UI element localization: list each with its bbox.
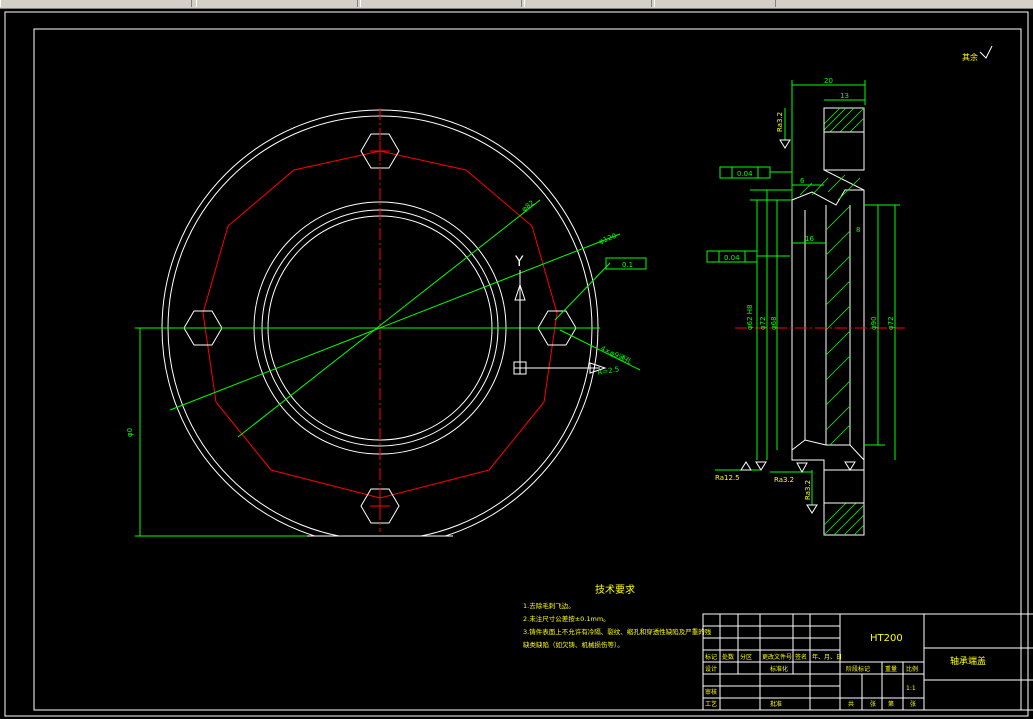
- tb-approve: 批准: [770, 700, 782, 708]
- tech-item-3: 3.铸件表面上不允许有冷隔、裂纹、缩孔和穿透性缺陷及严重的残: [523, 627, 712, 636]
- dim-v3: φ68: [770, 316, 778, 330]
- tb-of: 第: [888, 700, 894, 708]
- tb-label-zone: 分区: [740, 653, 752, 661]
- tb-review: 审核: [705, 688, 717, 696]
- dim-text-left: φ0: [126, 428, 134, 437]
- dim-width-13: 13: [840, 92, 849, 100]
- tb-total: 共: [848, 700, 854, 708]
- dim-v1: φ62 H8: [746, 305, 754, 330]
- section-hatch: [799, 174, 861, 446]
- dim-6: 6: [800, 177, 805, 185]
- tb-scale: 比例: [906, 665, 918, 673]
- dim-text-small: φ82: [520, 199, 536, 214]
- tb-label-sign: 签名: [795, 653, 807, 661]
- radius-note: R=2.5: [597, 365, 620, 377]
- perp-value-1: 0.04: [737, 170, 753, 178]
- dim-16: 16: [805, 235, 814, 243]
- part-name: 轴承端盖: [950, 655, 986, 667]
- ra-mid: Ra3.2: [774, 476, 794, 484]
- tb-scale-value: 1:1: [906, 685, 916, 692]
- dim-v4: φ90: [870, 316, 878, 330]
- tech-item-2: 2.未注尺寸公差按±0.1mm。: [523, 614, 610, 623]
- flatness-value: 0.1: [622, 261, 633, 269]
- tb-label-date: 年、月、日: [812, 653, 842, 661]
- dim-width-20: 20: [824, 77, 833, 85]
- tech-requirements: 技术要求 1.去除毛刺飞边。 2.未注尺寸公差按±0.1mm。 3.铸件表面上不…: [523, 583, 712, 649]
- ra-left: Ra12.5: [715, 474, 740, 482]
- dim-line-small: [237, 199, 541, 438]
- title-block: HT200 轴承端盖 标记 处数 分区 更改文件号 签名 年、月、日 设计 标准…: [702, 613, 1033, 711]
- dim-8: 8: [856, 226, 860, 234]
- cad-canvas[interactable]: 其余 φ82 φ120 φ0 0.1 4×φ9通孔 R=2.5 Y 20 13 …: [0, 0, 1033, 719]
- viewport-frame: [4, 11, 1029, 717]
- tb-design: 设计: [705, 665, 717, 673]
- tech-item-4: 缺类缺陷（如欠铸、机械损伤等）。: [523, 640, 624, 649]
- dim-text-large: φ120: [598, 232, 618, 246]
- tb-weight: 重量: [885, 665, 897, 673]
- roughness-note: 其余: [962, 52, 978, 62]
- ucs-y-label: Y: [514, 254, 524, 270]
- front-view: φ82 φ120 φ0 0.1 4×φ9通孔 R=2.5 Y: [126, 108, 647, 537]
- tb-sheet: 张: [870, 700, 876, 708]
- tech-title: 技术要求: [595, 583, 635, 596]
- tb-standard: 标准化: [770, 665, 788, 673]
- dim-v2: φ72: [759, 316, 767, 330]
- tb-label-mark: 标记: [705, 653, 717, 661]
- ra-bot: Ra3.2: [804, 480, 812, 500]
- material: HT200: [870, 633, 903, 644]
- tb-label-count: 处数: [722, 653, 734, 661]
- dim-v5: φ72: [887, 316, 895, 330]
- perp-value-2: 0.04: [724, 254, 740, 262]
- hole-note: 4×φ9通孔: [599, 344, 633, 366]
- ra-top: Ra3.2: [776, 112, 784, 132]
- section-view: 20 13 φ62 H8 φ72 φ68 φ90 φ72 6 16 8 0.04…: [706, 77, 905, 536]
- tb-process: 工艺: [705, 700, 717, 708]
- tb-stage: 阶段标记: [846, 665, 870, 673]
- tech-item-1: 1.去除毛刺飞边。: [523, 601, 575, 610]
- tb-sheet2: 张: [910, 700, 916, 708]
- tb-label-docno: 更改文件号: [762, 653, 792, 661]
- dim-line-large: [169, 233, 621, 411]
- roughness-symbol-icon: [979, 45, 993, 59]
